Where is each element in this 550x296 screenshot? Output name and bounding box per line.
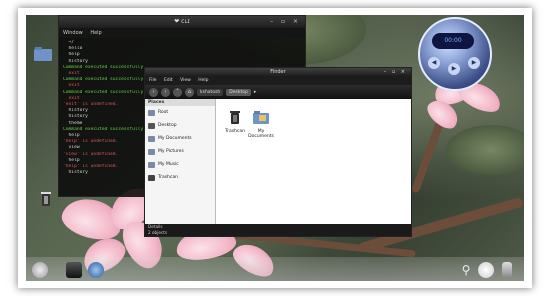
- trash-icon: [41, 192, 51, 206]
- up-icon[interactable]: ˄: [173, 87, 182, 97]
- sidebar: Places Root Desktop My Documents My Pict…: [145, 99, 216, 224]
- desktop-icon-folder[interactable]: [30, 47, 56, 63]
- search-icon[interactable]: ⚲: [458, 262, 474, 278]
- breadcrumb-home[interactable]: kshatosh: [197, 88, 224, 96]
- file-view[interactable]: Trashcan My Documents: [216, 99, 411, 224]
- player-display: 00:00: [432, 33, 474, 49]
- screenshot-frame: ❤ ᴄʟɪ – ▫ × Window Help ~/ hello help hi…: [18, 8, 532, 288]
- sidebar-item-desktop[interactable]: Desktop: [145, 119, 215, 132]
- window-controls[interactable]: – ▫ ×: [270, 16, 301, 28]
- desktop: ❤ ᴄʟɪ – ▫ × Window Help ~/ hello help hi…: [26, 15, 524, 281]
- sidebar-item-trashcan[interactable]: Trashcan: [145, 171, 215, 184]
- sidebar-header: Places: [145, 99, 215, 106]
- file-manager-toolbar: ‹ › ˄ ⌂ kshatosh Desktop ▸: [145, 85, 411, 99]
- status-bar: Details 2 objects: [145, 224, 411, 236]
- dock-app-icon[interactable]: [32, 262, 48, 278]
- menu-window[interactable]: Window: [63, 30, 83, 36]
- status-text: 2 objects: [148, 230, 168, 235]
- dock: ⚲: [26, 257, 524, 281]
- forward-icon[interactable]: ›: [161, 87, 170, 97]
- sidebar-item-documents[interactable]: My Documents: [145, 132, 215, 145]
- desktop-icon: [148, 122, 155, 129]
- file-item-my-documents[interactable]: My Documents: [246, 109, 276, 139]
- file-manager-titlebar[interactable]: Finder – ▫ ×: [145, 68, 411, 77]
- trash-icon: [230, 111, 240, 124]
- file-manager-menubar: File Edit View Help: [145, 77, 411, 85]
- play-icon[interactable]: ▶: [448, 63, 460, 75]
- terminal-titlebar[interactable]: ❤ ᴄʟɪ – ▫ ×: [59, 16, 305, 28]
- sidebar-item-root[interactable]: Root: [145, 106, 215, 119]
- previous-icon[interactable]: ◀: [428, 57, 440, 69]
- sidebar-item-pictures[interactable]: My Pictures: [145, 145, 215, 158]
- terminal-menubar: Window Help: [59, 28, 305, 38]
- window-title: Finder: [270, 69, 286, 75]
- media-player-widget[interactable]: 00:00 ◀ ▶ ▶: [418, 17, 492, 91]
- file-manager-window[interactable]: Finder – ▫ × File Edit View Help ‹ › ˄ ⌂…: [144, 67, 412, 237]
- file-manager-body: Places Root Desktop My Documents My Pict…: [145, 99, 411, 224]
- home-icon[interactable]: ⌂: [185, 87, 194, 97]
- breadcrumb-next-icon[interactable]: ▸: [254, 89, 257, 95]
- trash-icon: [148, 174, 155, 181]
- wallpaper-leaf: [446, 125, 524, 175]
- file-label: My Documents: [248, 129, 274, 139]
- menu-help[interactable]: Help: [198, 78, 208, 83]
- folder-icon: [34, 47, 52, 61]
- trash-icon[interactable]: [502, 262, 512, 278]
- terminal-icon[interactable]: [66, 262, 82, 278]
- menu-edit[interactable]: Edit: [164, 78, 173, 83]
- terminal-title: ❤ ᴄʟɪ: [174, 18, 190, 25]
- folder-icon: [148, 148, 155, 155]
- drive-icon: [148, 109, 155, 116]
- clock-icon[interactable]: [478, 262, 494, 278]
- next-icon[interactable]: ▶: [468, 57, 480, 69]
- folder-icon: [253, 111, 269, 124]
- folder-icon: [148, 161, 155, 168]
- folder-icon: [148, 135, 155, 142]
- desktop-icon-trashcan[interactable]: [36, 191, 56, 209]
- back-icon[interactable]: ‹: [149, 87, 158, 97]
- menu-help[interactable]: Help: [90, 30, 101, 36]
- sidebar-item-music[interactable]: My Music: [145, 158, 215, 171]
- menu-view[interactable]: View: [180, 78, 191, 83]
- globe-icon[interactable]: [88, 262, 104, 278]
- breadcrumb-desktop[interactable]: Desktop: [226, 88, 251, 96]
- menu-file[interactable]: File: [149, 78, 157, 83]
- window-controls[interactable]: – ▫ ×: [384, 68, 407, 77]
